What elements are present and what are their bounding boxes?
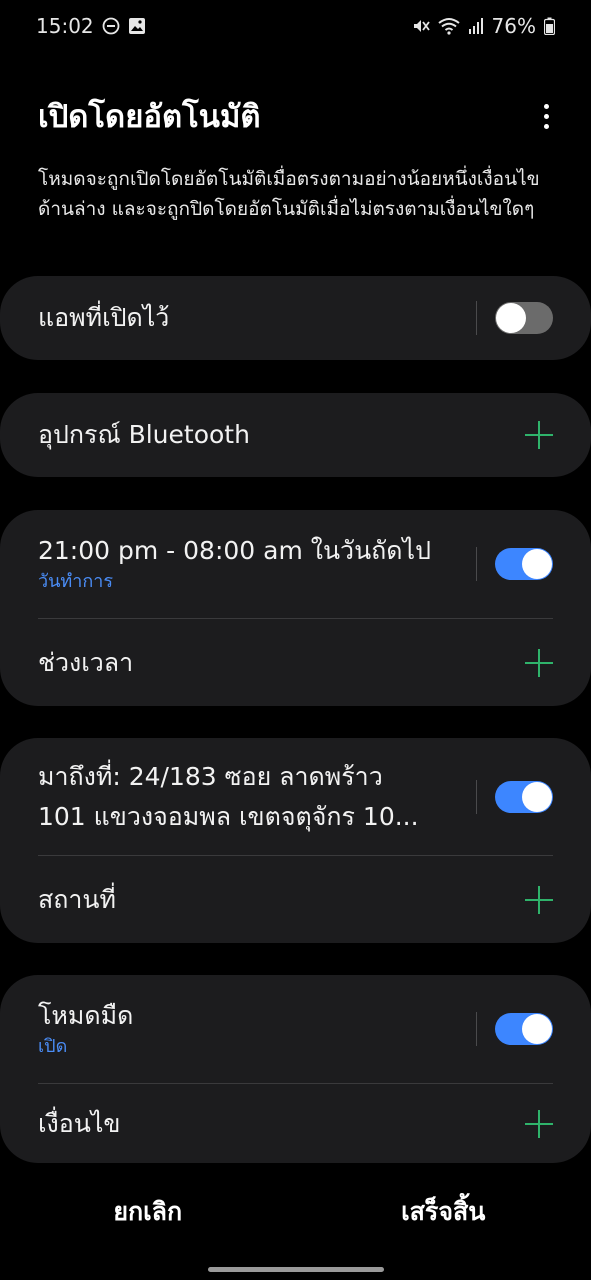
battery-icon: [544, 17, 555, 35]
location-title-line1: มาถึงที่: 24/183 ซอย ลาดพร้าว: [38, 761, 383, 791]
header: เปิดโดยอัตโนมัติ: [38, 92, 561, 140]
dark-mode-row[interactable]: โหมดมืด เปิด: [0, 975, 591, 1083]
add-condition-row[interactable]: เงื่อนไข: [0, 1084, 591, 1163]
add-condition-label: เงื่อนไข: [38, 1108, 121, 1138]
cancel-button[interactable]: ยกเลิก: [0, 1192, 296, 1232]
dark-mode-subtitle: เปิด: [38, 1036, 68, 1057]
card-open-apps: แอพที่เปิดไว้: [0, 276, 591, 360]
mute-icon: [412, 17, 430, 35]
plus-icon[interactable]: [525, 648, 553, 677]
plus-icon[interactable]: [525, 421, 553, 449]
vertical-divider: [476, 301, 477, 335]
more-options-button[interactable]: [531, 96, 561, 136]
status-time: 15:02: [36, 14, 94, 38]
schedule-title: 21:00 pm - 08:00 am ในวันถัดไป: [38, 536, 431, 565]
schedule-row[interactable]: 21:00 pm - 08:00 am ในวันถัดไป วันทำการ: [0, 510, 591, 618]
add-time-label: ช่วงเวลา: [38, 647, 134, 677]
battery-percent: 76%: [491, 14, 536, 38]
bluetooth-row[interactable]: อุปกรณ์ Bluetooth: [0, 393, 591, 477]
location-row[interactable]: มาถึงที่: 24/183 ซอย ลาดพร้าว 101 แขวงจอ…: [0, 738, 591, 855]
add-time-row[interactable]: ช่วงเวลา: [0, 619, 591, 706]
card-schedule: 21:00 pm - 08:00 am ในวันถัดไป วันทำการ …: [0, 510, 591, 706]
schedule-toggle[interactable]: [495, 548, 553, 580]
vertical-divider: [476, 1012, 477, 1046]
done-button[interactable]: เสร็จสิ้น: [296, 1192, 591, 1232]
do-not-disturb-icon: [102, 17, 120, 35]
gallery-icon: [128, 17, 146, 35]
card-dark-mode: โหมดมืด เปิด เงื่อนไข: [0, 975, 591, 1163]
status-right: 76%: [412, 14, 555, 38]
open-apps-row[interactable]: แอพที่เปิดไว้: [0, 276, 591, 360]
add-place-label: สถานที่: [38, 884, 117, 914]
wifi-icon: [437, 17, 460, 35]
status-bar: 15:02 76%: [0, 0, 591, 52]
home-indicator[interactable]: [208, 1267, 384, 1272]
plus-icon[interactable]: [525, 1109, 553, 1138]
screen: 15:02 76% เปิดโดยอัตโนมัติ โหมดจะถูกเปิด…: [0, 0, 591, 1280]
vertical-divider: [476, 779, 477, 814]
description: โหมดจะถูกเปิดโดยอัตโนมัติเมื่อตรงตามอย่า…: [38, 168, 540, 220]
status-left: 15:02: [36, 14, 146, 38]
card-location: มาถึงที่: 24/183 ซอย ลาดพร้าว 101 แขวงจอ…: [0, 738, 591, 943]
location-title-line2: 101 แขวงจอมพล เขตจตุจักร 10...: [38, 801, 419, 831]
dark-mode-toggle[interactable]: [495, 1013, 553, 1045]
open-apps-label: แอพที่เปิดไว้: [38, 303, 170, 332]
bottom-bar: ยกเลิก เสร็จสิ้น: [0, 1182, 591, 1242]
location-toggle[interactable]: [495, 780, 553, 813]
signal-icon: [468, 17, 484, 35]
vertical-divider: [476, 547, 477, 581]
more-vertical-icon: [543, 103, 549, 109]
bluetooth-label: อุปกรณ์ Bluetooth: [38, 420, 250, 449]
page-title: เปิดโดยอัตโนมัติ: [38, 99, 261, 135]
card-bluetooth: อุปกรณ์ Bluetooth: [0, 393, 591, 477]
add-place-row[interactable]: สถานที่: [0, 856, 591, 943]
plus-icon[interactable]: [525, 885, 553, 914]
open-apps-toggle[interactable]: [495, 302, 553, 334]
schedule-subtitle: วันทำการ: [38, 571, 114, 592]
dark-mode-title: โหมดมืด: [38, 1001, 134, 1030]
